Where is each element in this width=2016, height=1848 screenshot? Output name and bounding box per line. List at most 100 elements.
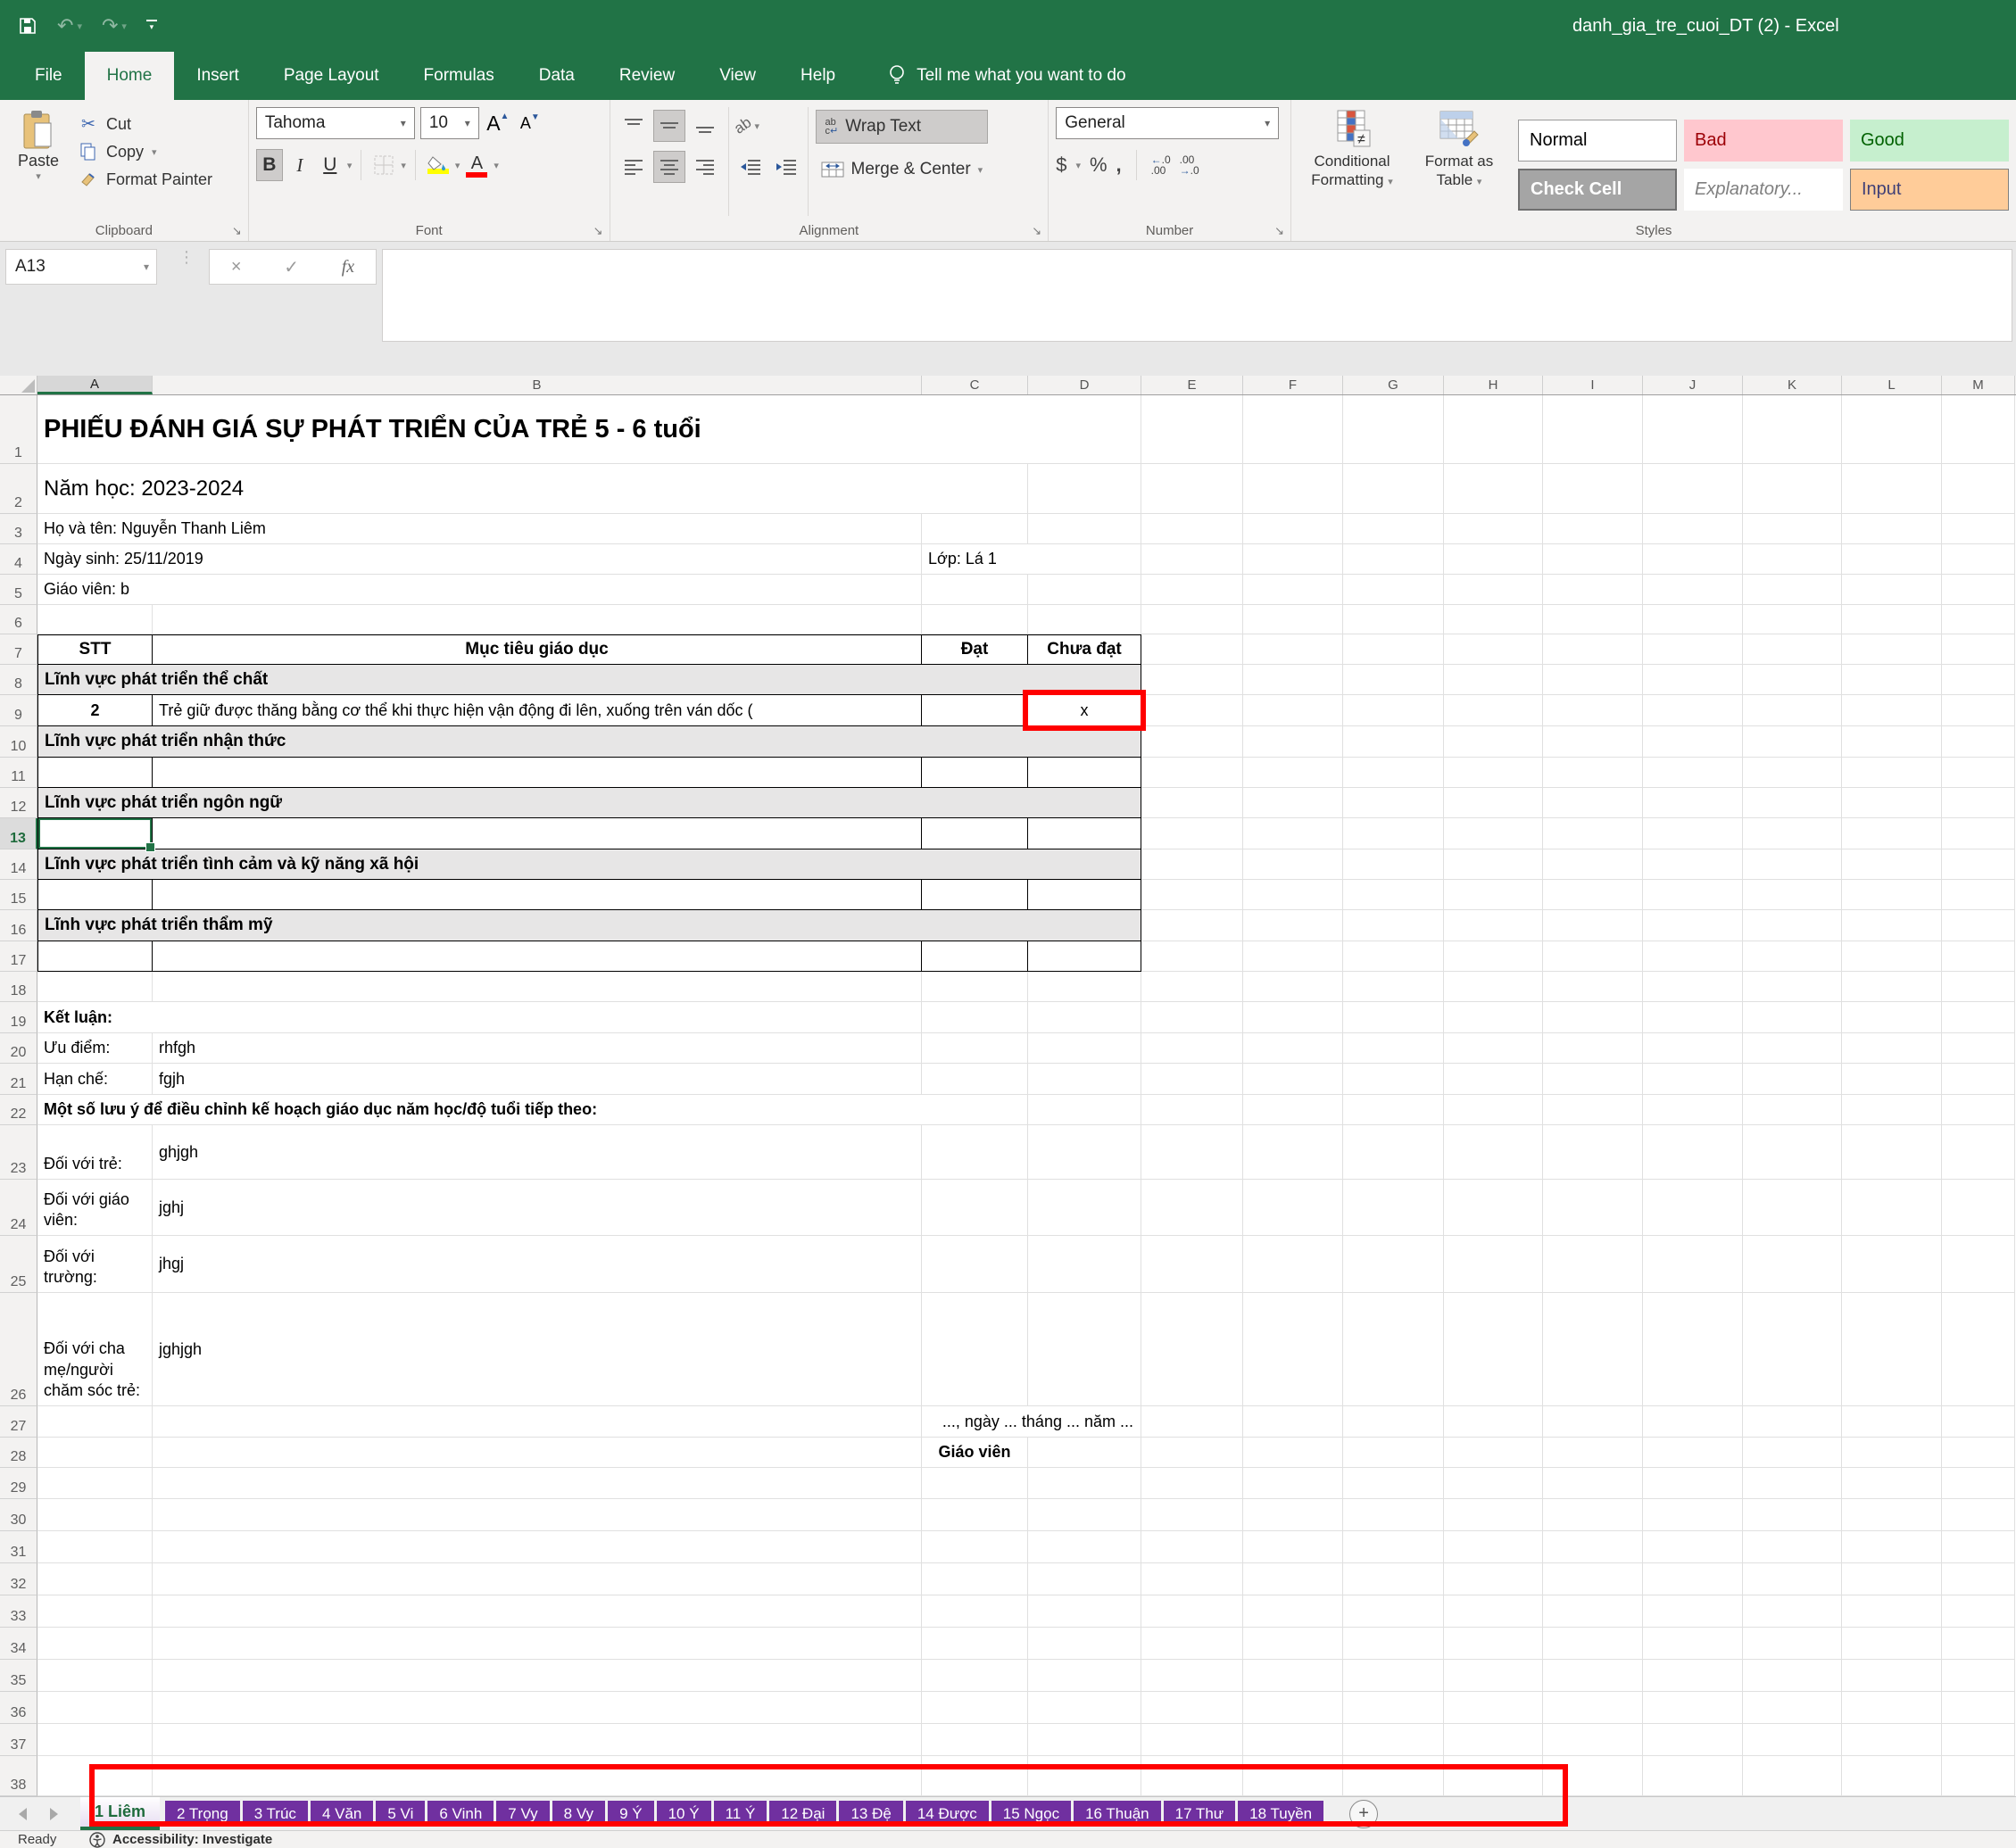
sheet-tab-2-tr-ng[interactable]: 2 Trọng [165,1801,240,1827]
shrink-font-button[interactable]: A▼ [517,107,543,139]
cell-F9[interactable] [1243,695,1343,726]
sheet-tab-16-thu-n[interactable]: 16 Thuận [1074,1801,1161,1827]
save-icon[interactable] [18,16,37,36]
cell-C13[interactable] [922,818,1028,849]
cell-M27[interactable] [1942,1406,2015,1438]
cell-C25[interactable] [922,1236,1028,1293]
cell-A5[interactable]: Giáo viên: b [37,575,922,605]
row-header-12[interactable]: 12 [0,788,37,818]
cell-F11[interactable] [1243,758,1343,788]
cell-A21[interactable]: Hạn chế: [37,1064,153,1095]
cell-H34[interactable] [1444,1628,1543,1660]
cell-D25[interactable] [1028,1236,1141,1293]
cell-G28[interactable] [1343,1438,1444,1468]
row-header-18[interactable]: 18 [0,972,37,1002]
cell-A23[interactable]: Đối với trẻ: [37,1125,153,1180]
cell-M34[interactable] [1942,1628,2015,1660]
cell-style-input[interactable]: Input [1850,169,2009,211]
cell-B21[interactable]: fgjh [153,1064,922,1095]
cell-F33[interactable] [1243,1595,1343,1628]
cell-A24[interactable]: Đối với giáo viên: [37,1180,153,1236]
sheet-tab-5-vi[interactable]: 5 Vi [376,1801,425,1827]
row-header-1[interactable]: 1 [0,395,37,464]
cell-J24[interactable] [1643,1180,1743,1236]
cell-J14[interactable] [1643,849,1743,880]
cell-style-explanatory[interactable]: Explanatory... [1684,169,1843,211]
cell-J9[interactable] [1643,695,1743,726]
cell-J33[interactable] [1643,1595,1743,1628]
cell-A3[interactable]: Họ và tên: Nguyễn Thanh Liêm [37,514,922,544]
cell-M38[interactable] [1942,1756,2015,1796]
cell-I35[interactable] [1543,1660,1643,1692]
cell-L6[interactable] [1842,605,1942,634]
cell-K19[interactable] [1743,1002,1842,1033]
cell-M8[interactable] [1942,665,2015,695]
cell-C26[interactable] [922,1293,1028,1406]
cell-G5[interactable] [1343,575,1444,605]
cell-K23[interactable] [1743,1125,1842,1180]
cell-H31[interactable] [1444,1531,1543,1563]
cell-A38[interactable] [37,1756,153,1796]
cell-E32[interactable] [1141,1563,1243,1595]
cell-E25[interactable] [1141,1236,1243,1293]
row-header-5[interactable]: 5 [0,575,37,605]
cell-A28[interactable] [37,1438,153,1468]
cell-style-bad[interactable]: Bad [1684,120,1843,162]
cell-F25[interactable] [1243,1236,1343,1293]
cell-K11[interactable] [1743,758,1842,788]
cell-I25[interactable] [1543,1236,1643,1293]
cell-M22[interactable] [1942,1095,2015,1125]
cell-F24[interactable] [1243,1180,1343,1236]
cell-A10[interactable]: Lĩnh vực phát triển nhận thức [37,726,1141,758]
cell-A2[interactable]: Năm học: 2023-2024 [37,464,1028,514]
cell-C5[interactable] [922,575,1028,605]
cell-L32[interactable] [1842,1563,1942,1595]
cell-A17[interactable] [37,941,153,972]
cell-L1[interactable] [1842,395,1942,464]
comma-style-icon[interactable]: , [1116,153,1122,177]
cell-C3[interactable] [922,514,1028,544]
cell-B27[interactable] [153,1406,922,1438]
cell-M17[interactable] [1942,941,2015,972]
cell-D17[interactable] [1028,941,1141,972]
cell-F32[interactable] [1243,1563,1343,1595]
cell-H35[interactable] [1444,1660,1543,1692]
cell-E8[interactable] [1141,665,1243,695]
row-header-35[interactable]: 35 [0,1660,37,1692]
cell-L16[interactable] [1842,910,1942,941]
sheet-tab-14-c[interactable]: 14 Được [906,1801,989,1827]
cell-G26[interactable] [1343,1293,1444,1406]
cell-G15[interactable] [1343,880,1444,910]
align-left-icon[interactable] [618,151,650,183]
cell-J12[interactable] [1643,788,1743,818]
cell-M29[interactable] [1942,1468,2015,1499]
cell-H29[interactable] [1444,1468,1543,1499]
cell-G3[interactable] [1343,514,1444,544]
cell-L2[interactable] [1842,464,1942,514]
cell-K10[interactable] [1743,726,1842,758]
name-box-caret[interactable]: ▾ [137,261,156,273]
cell-D29[interactable] [1028,1468,1141,1499]
cell-K33[interactable] [1743,1595,1842,1628]
align-middle-icon[interactable] [653,110,685,142]
cell-A22[interactable]: Một số lưu ý để điều chỉnh kế hoạch giáo… [37,1095,1028,1125]
cell-I19[interactable] [1543,1002,1643,1033]
cell-A25[interactable]: Đối với trường: [37,1236,153,1293]
tell-me-box[interactable]: Tell me what you want to do [888,52,1125,100]
cell-M35[interactable] [1942,1660,2015,1692]
cell-M5[interactable] [1942,575,2015,605]
cell-F27[interactable] [1243,1406,1343,1438]
cell-K31[interactable] [1743,1531,1842,1563]
cut-button[interactable]: ✂ Cut [79,114,212,134]
cell-K6[interactable] [1743,605,1842,634]
cell-E22[interactable] [1141,1095,1243,1125]
cell-I22[interactable] [1543,1095,1643,1125]
cell-H38[interactable] [1444,1756,1543,1796]
cell-A18[interactable] [37,972,153,1002]
cell-D3[interactable] [1028,514,1141,544]
row-header-20[interactable]: 20 [0,1033,37,1064]
cell-G24[interactable] [1343,1180,1444,1236]
wrap-text-button[interactable]: abc↵ Wrap Text [816,110,989,144]
cell-H8[interactable] [1444,665,1543,695]
cell-G6[interactable] [1343,605,1444,634]
